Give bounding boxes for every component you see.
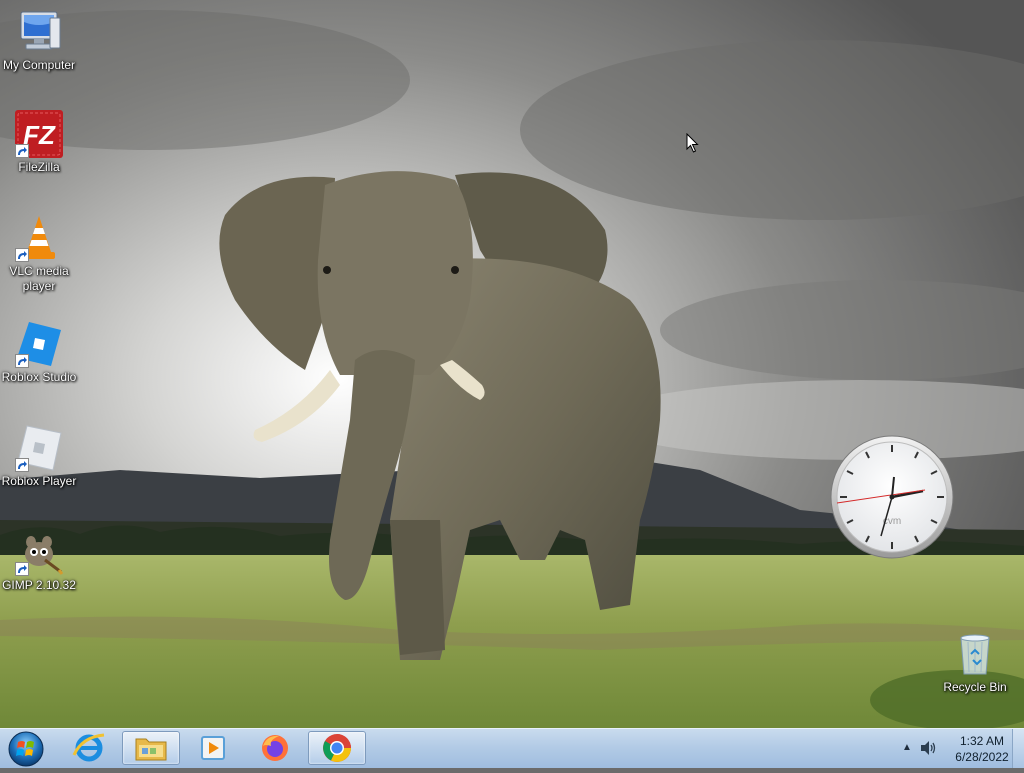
desktop-icon-label: Roblox Player <box>1 474 77 488</box>
firefox-icon <box>262 735 288 761</box>
desktop-icon-recycle-bin[interactable]: Recycle Bin <box>936 630 1014 695</box>
desktop-icon-label: GIMP 2.10.32 <box>2 578 76 592</box>
elephant-wallpaper-image <box>0 0 1024 728</box>
chrome-icon <box>323 734 351 762</box>
mouse-cursor <box>686 132 700 158</box>
desktop-wallpaper[interactable] <box>0 0 1024 728</box>
computer-icon <box>20 11 61 50</box>
desktop-icon-roblox-player[interactable]: Roblox Player <box>0 424 78 489</box>
show-desktop-button[interactable] <box>1012 729 1024 768</box>
start-orb-icon <box>8 731 44 767</box>
desktop-icon-label: Recycle Bin <box>943 680 1007 694</box>
desktop-icon-label: My Computer <box>2 58 76 72</box>
arrow-cursor-icon <box>686 132 699 153</box>
clock-time: 1:32 AM <box>959 734 1005 748</box>
desktop-icon-roblox-studio[interactable]: Roblox Studio <box>0 320 78 385</box>
system-tray: ▲ 1:32 AM 6/28/2022 <box>872 729 1012 769</box>
desktop-icon-my-computer[interactable]: My Computer <box>0 8 78 73</box>
taskbar-clock[interactable]: 1:32 AM 6/28/2022 <box>950 733 1014 765</box>
clock-date: 6/28/2022 <box>955 750 1009 764</box>
volume-icon[interactable] <box>920 740 938 761</box>
folder-explorer-icon <box>135 738 167 761</box>
taskbar-chrome[interactable] <box>308 731 366 765</box>
taskbar-firefox[interactable] <box>246 731 304 765</box>
desktop-icon-filezilla[interactable]: FZ FileZilla <box>0 110 78 175</box>
desktop-icon-label: VLC media player <box>9 264 69 293</box>
recycle-bin-icon <box>960 634 990 675</box>
show-hidden-icons-chevron-icon[interactable]: ▲ <box>902 742 912 753</box>
taskbar: ▲ 1:32 AM 6/28/2022 <box>0 728 1024 768</box>
taskbar-windows-explorer[interactable] <box>122 731 180 765</box>
desktop-icon-vlc[interactable]: VLC media player <box>0 214 78 294</box>
start-button[interactable] <box>6 730 46 768</box>
shortcut-arrow-icon <box>15 354 29 368</box>
taskbar-media-player[interactable] <box>184 731 242 765</box>
shortcut-arrow-icon <box>15 144 29 158</box>
internet-explorer-icon <box>72 733 105 762</box>
shortcut-arrow-icon <box>15 248 29 262</box>
analog-clock-face: cvm <box>830 435 954 559</box>
taskbar-internet-explorer[interactable] <box>60 731 118 765</box>
desktop-clock-gadget[interactable]: cvm <box>829 434 955 560</box>
desktop-icon-label: FileZilla <box>18 160 60 174</box>
shortcut-arrow-icon <box>15 562 29 576</box>
shortcut-arrow-icon <box>15 458 29 472</box>
media-player-icon <box>201 736 225 760</box>
desktop-icon-gimp[interactable]: GIMP 2.10.32 <box>0 528 78 593</box>
desktop-icon-label: Roblox Studio <box>1 370 77 384</box>
